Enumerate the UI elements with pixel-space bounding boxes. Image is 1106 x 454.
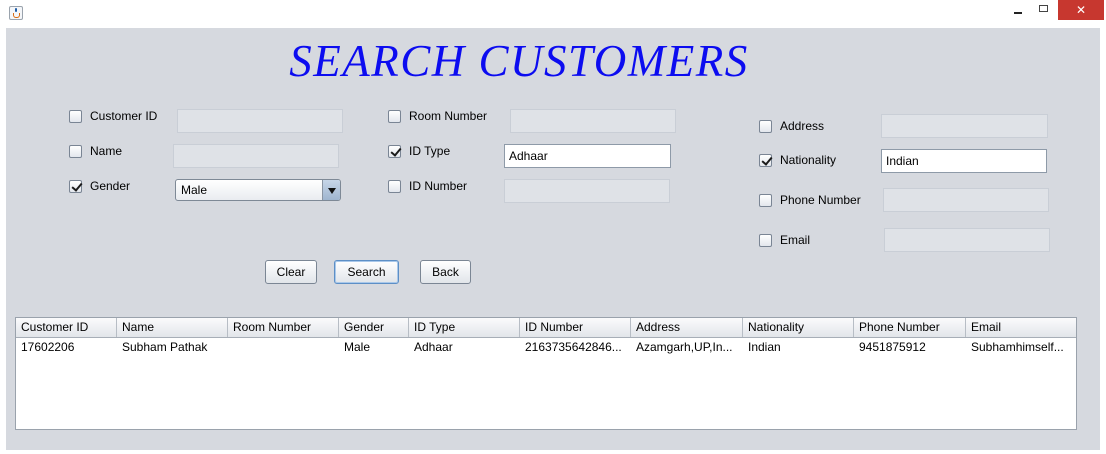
id-type-checkbox[interactable] <box>388 144 401 158</box>
id-number-checkbox[interactable] <box>388 179 401 193</box>
nationality-field[interactable]: Indian <box>881 149 1047 173</box>
id-number-label: ID Number <box>409 179 468 193</box>
java-cup-icon[interactable] <box>9 6 23 20</box>
gender-dropdown[interactable]: Male <box>175 179 341 201</box>
table-row[interactable]: 17602206 Subham Pathak Male Adhaar 21637… <box>16 338 1076 356</box>
phone-number-field[interactable] <box>883 188 1049 212</box>
column-header[interactable]: ID Number <box>520 318 631 337</box>
customer-id-checkbox[interactable] <box>69 109 82 123</box>
room-number-filter[interactable]: Room Number <box>388 108 487 124</box>
email-filter[interactable]: Email <box>759 232 810 248</box>
address-field[interactable] <box>881 114 1048 138</box>
email-label: Email <box>780 233 811 247</box>
nationality-label: Nationality <box>780 153 837 167</box>
name-filter[interactable]: Name <box>69 143 122 159</box>
search-customers-panel: SEARCH CUSTOMERS Customer ID Name Gender… <box>6 28 1100 450</box>
table-cell: Subham Pathak <box>122 340 208 354</box>
table-cell <box>228 338 339 356</box>
minimize-icon <box>1014 12 1022 14</box>
table-cell: Azamgarh,UP,In... <box>636 340 733 354</box>
table-header: Customer ID Name Room Number Gender ID T… <box>16 318 1076 338</box>
phone-number-checkbox[interactable] <box>759 193 772 207</box>
id-type-label: ID Type <box>409 144 451 158</box>
column-header[interactable]: Name <box>117 318 228 337</box>
name-label: Name <box>90 144 123 158</box>
gender-filter[interactable]: Gender <box>69 178 130 194</box>
email-field[interactable] <box>884 228 1050 252</box>
column-header[interactable]: Nationality <box>743 318 854 337</box>
nationality-filter[interactable]: Nationality <box>759 152 836 168</box>
chevron-down-icon[interactable] <box>322 180 340 200</box>
clear-button[interactable]: Clear <box>265 260 317 284</box>
maximize-button[interactable] <box>1031 0 1056 20</box>
gender-selected-value: Male <box>181 183 208 197</box>
column-header[interactable]: Email <box>966 318 1076 337</box>
address-checkbox[interactable] <box>759 119 772 133</box>
column-header[interactable]: Gender <box>339 318 409 337</box>
column-header[interactable]: Room Number <box>228 318 339 337</box>
maximize-icon <box>1039 5 1048 12</box>
page-title: SEARCH CUSTOMERS <box>289 36 749 86</box>
customer-id-label: Customer ID <box>90 109 158 123</box>
id-number-filter[interactable]: ID Number <box>388 178 467 194</box>
name-checkbox[interactable] <box>69 144 82 158</box>
close-button[interactable]: ✕ <box>1058 0 1104 20</box>
table-cell: Indian <box>748 340 781 354</box>
table-cell: 2163735642846... <box>525 340 622 354</box>
name-field[interactable] <box>173 144 339 168</box>
id-type-field[interactable]: Adhaar <box>504 144 671 168</box>
address-label: Address <box>780 119 825 133</box>
nationality-checkbox[interactable] <box>759 153 772 167</box>
customer-id-field[interactable] <box>177 109 343 133</box>
room-number-label: Room Number <box>409 109 488 123</box>
gender-checkbox[interactable] <box>69 179 82 193</box>
column-header[interactable]: Phone Number <box>854 318 966 337</box>
table-cell: 9451875912 <box>859 340 926 354</box>
column-header[interactable]: Address <box>631 318 743 337</box>
table-cell: Male <box>344 340 371 354</box>
gender-label: Gender <box>90 179 131 193</box>
results-table[interactable]: Customer ID Name Room Number Gender ID T… <box>15 317 1077 430</box>
minimize-button[interactable] <box>1004 0 1031 20</box>
back-button[interactable]: Back <box>420 260 471 284</box>
table-cell: Subhamhimself... <box>971 340 1064 354</box>
table-cell: Adhaar <box>414 340 453 354</box>
email-checkbox[interactable] <box>759 233 772 247</box>
phone-number-filter[interactable]: Phone Number <box>759 192 861 208</box>
room-number-checkbox[interactable] <box>388 109 401 123</box>
phone-number-label: Phone Number <box>780 193 861 207</box>
customer-id-filter[interactable]: Customer ID <box>69 108 157 124</box>
id-type-filter[interactable]: ID Type <box>388 143 450 159</box>
column-header[interactable]: Customer ID <box>16 318 117 337</box>
close-icon: ✕ <box>1075 3 1087 17</box>
address-filter[interactable]: Address <box>759 118 824 134</box>
id-number-field[interactable] <box>504 179 670 203</box>
table-cell: 17602206 <box>21 340 75 354</box>
room-number-field[interactable] <box>510 109 676 133</box>
search-button[interactable]: Search <box>334 260 399 284</box>
window-titlebar: ✕ <box>0 0 1106 28</box>
column-header[interactable]: ID Type <box>409 318 520 337</box>
